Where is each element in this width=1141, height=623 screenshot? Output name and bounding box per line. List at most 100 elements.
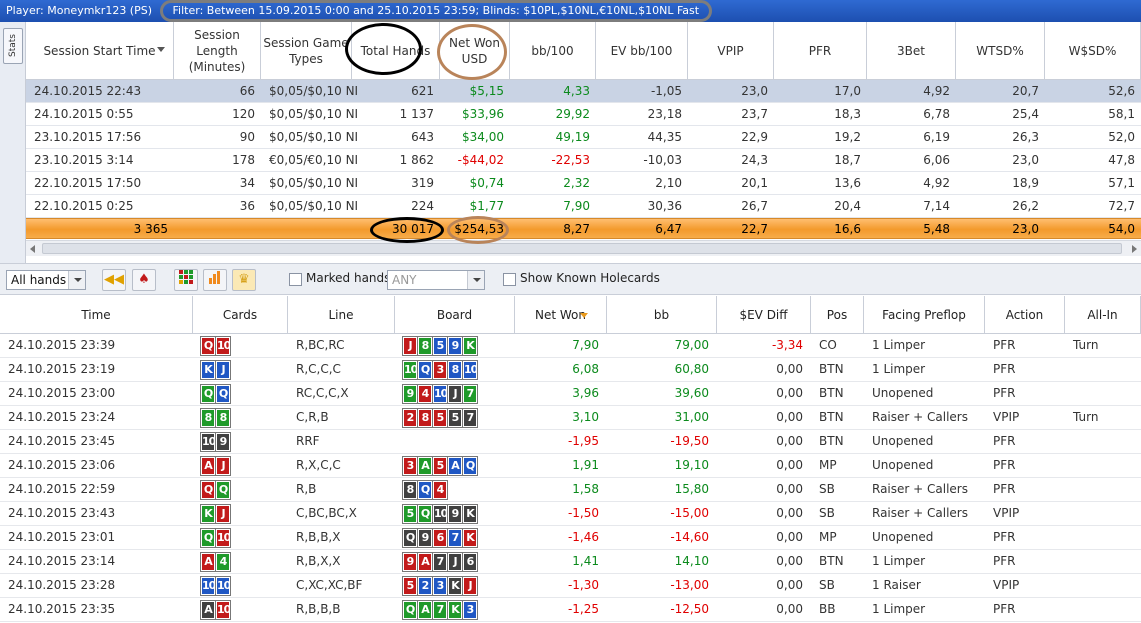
column-header-net-won[interactable]: Net Won — [515, 296, 607, 333]
hand-row[interactable]: 24.10.2015 23:14 A 4 R,B,X,X 9 A 7 J 6 1,41 14,10 0… — [0, 550, 1141, 574]
column-header-total-hands[interactable]: Total Hands — [352, 22, 440, 79]
column-header-pos[interactable]: Pos — [811, 296, 864, 333]
hand-row[interactable]: 24.10.2015 23:39 Q 10 R,BC,RC J 8 5 9 K 7,90 79,00… — [0, 334, 1141, 358]
stats-cell: $0,05/$0,10 NI — [269, 130, 359, 144]
stats-row[interactable]: 24.10.2015 0:55 120 $0,05/$0,10 NI 1 137 $33… — [26, 103, 1141, 126]
hand-row[interactable]: 24.10.2015 23:01 Q 10 R,B,B,X Q 9 6 7 K -1,46 -14,… — [0, 526, 1141, 550]
hand-line: R,B,B,B — [296, 602, 341, 616]
playing-card: 5 — [402, 503, 418, 524]
hand-board: J859K — [395, 334, 515, 357]
stats-cell: 30,36 — [647, 199, 682, 213]
column-header-ev-bb-100[interactable]: EV bb/100 — [596, 22, 688, 79]
hand-line: RC,C,C,X — [296, 386, 349, 400]
stats-cell: $34,00 — [462, 130, 504, 144]
stats-totals-row: 3 365 30 017 $254,53 8,27 6,47 22,7 16,6 5,48 23… — [26, 218, 1141, 239]
stats-cell: 25,4 — [1012, 107, 1039, 121]
board-cards: 8Q4 — [402, 478, 515, 501]
hand-row[interactable]: 24.10.2015 23:45 10 9 RRF -1,95 -19,50 0,00 BTN… — [0, 430, 1141, 454]
marked-hands-select[interactable]: ANY — [387, 270, 485, 290]
totals-cell: 54,0 — [1108, 222, 1135, 236]
column-header-session-game-types[interactable]: Session Game Types — [261, 22, 352, 79]
stats-cell: $33,96 — [462, 107, 504, 121]
column-header-line[interactable]: Line — [288, 296, 395, 333]
hand-time: 24.10.2015 23:45 — [8, 434, 116, 448]
column-header-pfr[interactable]: PFR — [774, 22, 867, 79]
column-header-vpip[interactable]: VPIP — [688, 22, 774, 79]
hands-filter-value: All hands — [11, 273, 67, 287]
hand-row[interactable]: 24.10.2015 23:00 Q Q RC,C,C,X 9 4 10 J 7 3,96 39,6… — [0, 382, 1141, 406]
playing-card: Q — [402, 599, 418, 620]
column-header-cards[interactable]: Cards — [193, 296, 288, 333]
stats-row[interactable]: 22.10.2015 0:25 36 $0,05/$0,10 NI 224 $1,77 7… — [26, 195, 1141, 218]
column-header-action[interactable]: Action — [985, 296, 1065, 333]
column-header-board[interactable]: Board — [395, 296, 515, 333]
playing-card: 10 — [215, 527, 231, 548]
dropdown-arrow-icon[interactable] — [467, 271, 484, 289]
trophy-icon[interactable]: ♛ — [232, 269, 256, 291]
hand-board: 28557 — [395, 406, 515, 429]
hole-cards: A4 — [200, 550, 288, 573]
column-header-w-sd[interactable]: W$SD% — [1045, 22, 1141, 79]
column-header-ev-diff[interactable]: $EV Diff — [717, 296, 811, 333]
stats-row[interactable]: 24.10.2015 22:43 66 $0,05/$0,10 NI 621 $5,15… — [26, 80, 1141, 103]
column-header-session-length-minutes[interactable]: Session Length (Minutes) — [174, 22, 261, 79]
playing-card: 5 — [402, 575, 418, 596]
column-header-time[interactable]: Time — [0, 296, 193, 333]
hand-facing-preflop: 1 Raiser — [872, 578, 921, 592]
scroll-thumb[interactable] — [42, 243, 1122, 254]
stats-cell: 34 — [239, 176, 255, 190]
dropdown-arrow-icon[interactable] — [68, 271, 85, 289]
sort-arrow-icon[interactable] — [580, 313, 588, 318]
playing-card: 5 — [432, 335, 448, 356]
playing-card: Q — [215, 383, 231, 404]
hands-filter-select[interactable]: All hands — [6, 270, 86, 290]
column-header-all-in[interactable]: All-In — [1065, 296, 1141, 333]
playing-card: Q — [417, 359, 433, 380]
playing-card: A — [447, 455, 463, 476]
hand-row[interactable]: 24.10.2015 23:06 A J R,X,C,C 3 A 5 A Q 1,91 19,10 0… — [0, 454, 1141, 478]
column-header-session-start-time[interactable]: Session Start Time — [26, 22, 174, 79]
hands-table-body: 24.10.2015 23:39 Q 10 R,BC,RC J 8 5 9 K 7,90 79,00… — [0, 334, 1141, 622]
stats-cell: 26,7 — [741, 199, 768, 213]
playing-card: 7 — [462, 383, 478, 404]
scroll-right-arrow-icon[interactable] — [1132, 245, 1137, 253]
hand-row[interactable]: 24.10.2015 23:35 A 10 R,B,B,B Q A 7 K 3 -1,25 -12,… — [0, 598, 1141, 622]
hand-row[interactable]: 24.10.2015 23:24 8 8 C,R,B 2 8 5 5 7 3,10 31,00 0,0… — [0, 406, 1141, 430]
marked-hands-checkbox[interactable] — [289, 273, 302, 286]
column-header-3bet[interactable]: 3Bet — [867, 22, 956, 79]
playing-card: 3 — [462, 599, 478, 620]
show-holecards-checkbox[interactable] — [503, 273, 516, 286]
column-header-bb-100[interactable]: bb/100 — [510, 22, 596, 79]
hand-facing-preflop: Raiser + Callers — [872, 506, 968, 520]
hand-ev-diff: 0,00 — [776, 410, 803, 424]
hand-all-in — [1065, 430, 1141, 453]
cards-icon[interactable]: ♠ — [132, 269, 156, 291]
hand-row[interactable]: 24.10.2015 23:28 10 10 C,XC,XC,BF 5 2 3 K J -1,30… — [0, 574, 1141, 598]
filter-label[interactable]: Filter: Between 15.09.2015 0:00 and 25.1… — [159, 0, 713, 22]
playing-card: K — [447, 599, 463, 620]
stats-cell: 90 — [239, 130, 255, 144]
stats-row[interactable]: 23.10.2015 3:14 178 €0,05/€0,10 NI 1 862 -$4… — [26, 149, 1141, 172]
playing-card: Q — [417, 479, 433, 500]
bar-chart-icon[interactable] — [203, 269, 227, 291]
column-header-net-won-usd[interactable]: Net Won USD — [440, 22, 510, 79]
hand-row[interactable]: 24.10.2015 22:59 Q Q R,B 8 Q 4 1,58 15,80 0,00 SB R… — [0, 478, 1141, 502]
stats-row[interactable]: 22.10.2015 17:50 34 $0,05/$0,10 NI 319 $0,74… — [26, 172, 1141, 195]
stats-row[interactable]: 23.10.2015 17:56 90 $0,05/$0,10 NI 643 $34,0… — [26, 126, 1141, 149]
rewind-icon[interactable]: ◀◀ — [102, 269, 126, 291]
hand-row[interactable]: 24.10.2015 23:43 K J C,BC,BC,X 5 Q 10 9 K -1,50 -1… — [0, 502, 1141, 526]
hand-cards: Q 10 — [193, 526, 288, 549]
column-header-bb[interactable]: bb — [607, 296, 717, 333]
sort-arrow-icon[interactable] — [157, 47, 165, 52]
column-header-facing-preflop[interactable]: Facing Preflop — [864, 296, 985, 333]
column-header-wtsd[interactable]: WTSD% — [956, 22, 1045, 79]
hand-row[interactable]: 24.10.2015 23:19 K J R,C,C,C 10 Q 3 8 10 6,08 60,8… — [0, 358, 1141, 382]
hand-board: 3A5AQ — [395, 454, 515, 477]
stats-side-tab[interactable]: Stats — [3, 28, 23, 64]
grid-report-icon[interactable] — [174, 269, 198, 291]
stats-horizontal-scrollbar[interactable] — [26, 240, 1141, 256]
scroll-left-arrow-icon[interactable] — [30, 245, 35, 253]
stats-cell: 24.10.2015 22:43 — [34, 84, 142, 98]
hand-cards: KJ — [193, 358, 288, 381]
stats-cell: 17,0 — [834, 84, 861, 98]
